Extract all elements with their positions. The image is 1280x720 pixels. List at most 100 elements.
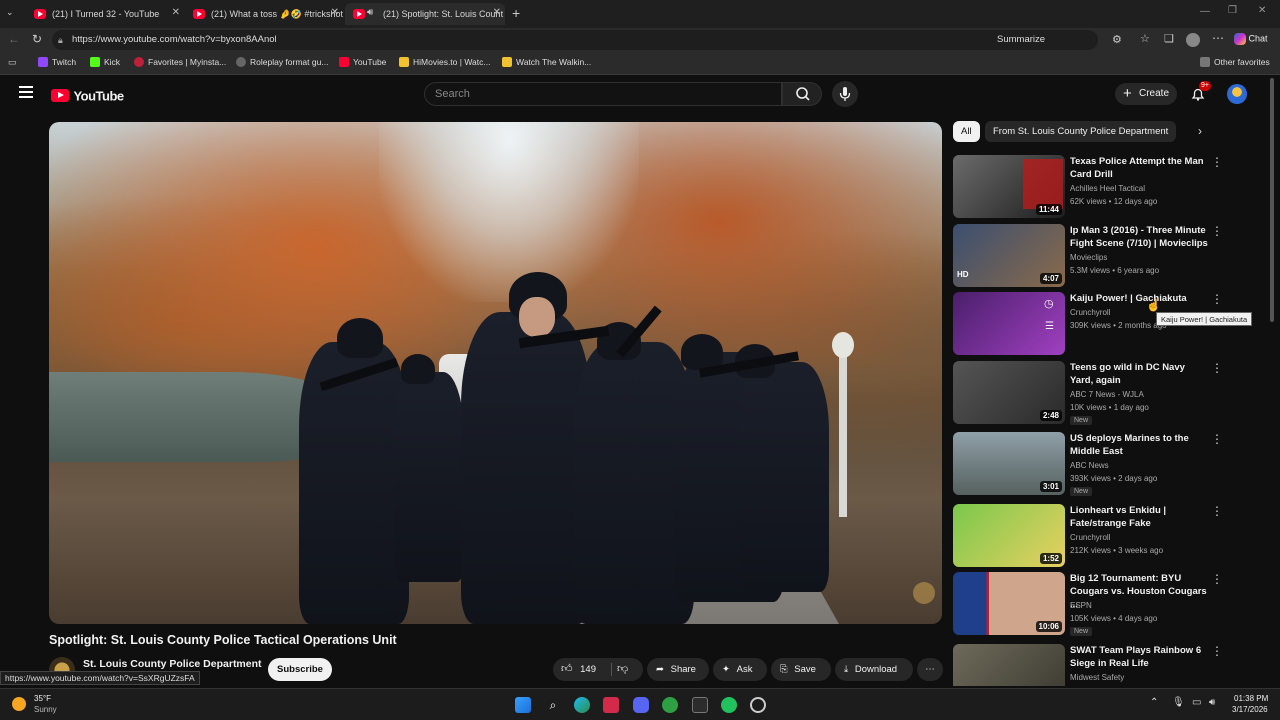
close-tab-icon[interactable]: ✕ — [172, 7, 180, 18]
recommendation-title[interactable]: Teens go wild in DC Navy Yard, again — [1070, 361, 1208, 387]
ask-button[interactable]: ✦ Ask — [713, 658, 767, 681]
recommendation-item[interactable]: 10:06 Big 12 Tournament: BYU Cougars vs.… — [953, 572, 1273, 636]
notifications-button[interactable]: 9+ — [1190, 81, 1211, 102]
recommendation-item[interactable]: 1:52 Lionheart vs Enkidu | Fate/strange … — [953, 504, 1273, 568]
video-thumbnail[interactable]: ◷ ☰ — [953, 292, 1065, 355]
clock-date[interactable]: 3/17/2026 — [1232, 705, 1268, 714]
favorite-himovies[interactable]: HiMovies.to | Watc... — [399, 57, 490, 67]
video-thumbnail[interactable]: 2:48 — [953, 361, 1065, 424]
network-icon[interactable]: ▭ — [1192, 697, 1201, 708]
more-vertical-icon[interactable]: ⋮ — [1211, 155, 1223, 169]
recommendation-item[interactable]: HD 4:07 Ip Man 3 (2016) - Three Minute F… — [953, 224, 1273, 288]
speaker-icon[interactable]: 🔊︎ — [367, 7, 373, 18]
start-windows-icon[interactable] — [515, 697, 531, 713]
page-scrollbar[interactable] — [1270, 78, 1274, 322]
collections-icon[interactable]: ❏ — [1164, 32, 1174, 45]
close-window-icon[interactable]: ✕ — [1258, 5, 1266, 16]
account-avatar[interactable] — [1227, 84, 1247, 104]
address-bar[interactable]: 🔒︎ https://www.youtube.com/watch?v=byxon… — [52, 30, 1098, 50]
watch-later-icon[interactable]: ◷ — [1044, 297, 1054, 310]
add-to-queue-icon[interactable]: ☰ — [1045, 321, 1054, 332]
minimize-window-icon[interactable]: — — [1200, 6, 1210, 17]
search-input[interactable]: Search — [424, 82, 782, 106]
channel-name[interactable]: St. Louis County Police Department — [83, 658, 262, 670]
extensions-icon[interactable]: ⚙ — [1112, 33, 1122, 46]
settings-gear-icon[interactable] — [750, 697, 766, 713]
browser-tab[interactable]: (21) I Turned 32 - YouTube ✕ — [26, 3, 184, 25]
maximize-window-icon[interactable]: ❐ — [1228, 5, 1237, 16]
chips-next-icon[interactable]: › — [1198, 124, 1202, 138]
browser-tab[interactable]: (21) What a toss 🤌🤣 #trickshot ✕ — [185, 3, 343, 25]
youtube-logo[interactable]: YouTube — [51, 87, 124, 105]
recommendation-item[interactable]: 11:44 Texas Police Attempt the Man Card … — [953, 155, 1273, 219]
voice-search-button[interactable] — [832, 81, 858, 107]
more-actions-button[interactable]: ⋯ — [917, 658, 943, 681]
video-thumbnail[interactable]: HD 4:07 — [953, 224, 1065, 287]
video-thumbnail[interactable]: 11:44 — [953, 155, 1065, 218]
more-vertical-icon[interactable]: ⋮ — [1211, 572, 1223, 586]
show-hidden-icons-icon[interactable]: ⌃ — [1150, 697, 1158, 708]
recommendation-channel[interactable]: ABC 7 News - WJLA — [1070, 390, 1144, 399]
recommendation-channel[interactable]: Achilles Heel Tactical — [1070, 184, 1145, 193]
video-thumbnail[interactable]: 3:01 — [953, 432, 1065, 495]
browser-tab-active[interactable]: 🔊︎ (21) Spotlight: St. Louis Count ✕ — [345, 3, 505, 25]
other-favorites[interactable]: Other favorites — [1200, 57, 1270, 67]
close-tab-icon[interactable]: ✕ — [493, 7, 501, 18]
dislike-button[interactable]: 👎︎ — [617, 658, 628, 681]
discord-icon[interactable] — [633, 697, 649, 713]
recommendation-item[interactable]: 2:48 Teens go wild in DC Navy Yard, agai… — [953, 361, 1273, 425]
favorite-myinsta[interactable]: Favorites | Myinsta... — [134, 57, 226, 67]
favorite-kick[interactable]: Kick — [90, 57, 120, 67]
menu-icon[interactable] — [19, 86, 33, 98]
more-vertical-icon[interactable]: ⋮ — [1211, 292, 1223, 306]
like-button[interactable]: 👍︎ 149 — [561, 658, 596, 681]
recommendation-item[interactable]: SWAT Team Plays Rainbow 6 Siege in Real … — [953, 644, 1273, 686]
recommendation-channel[interactable]: Crunchyroll — [1070, 533, 1110, 542]
edge-browser-icon[interactable] — [574, 697, 590, 713]
profile-avatar[interactable] — [1186, 33, 1200, 47]
favorite-twitch[interactable]: Twitch — [38, 57, 76, 67]
more-options-icon[interactable]: ⋯ — [1212, 31, 1224, 45]
video-player[interactable] — [49, 122, 942, 624]
chip-all[interactable]: All — [953, 121, 980, 142]
favorites-icon[interactable]: ☆ — [1140, 32, 1150, 45]
back-icon[interactable]: ← — [8, 32, 20, 46]
favorite-youtube[interactable]: YouTube — [339, 57, 386, 67]
more-vertical-icon[interactable]: ⋮ — [1211, 432, 1223, 446]
copilot-chat-button[interactable]: Chat — [1234, 33, 1268, 45]
recommendation-title[interactable]: SWAT Team Plays Rainbow 6 Siege in Real … — [1070, 644, 1208, 670]
recommendation-title[interactable]: Texas Police Attempt the Man Card Drill — [1070, 155, 1208, 181]
recommendation-channel[interactable]: Movieclips — [1070, 253, 1107, 262]
microphone-tray-icon[interactable]: 🎙︎ — [1172, 697, 1185, 708]
new-tab-button[interactable]: + — [512, 5, 520, 21]
close-tab-icon[interactable]: ✕ — [331, 7, 339, 18]
xbox-icon[interactable] — [721, 697, 737, 713]
xbox-app-icon[interactable] — [662, 697, 678, 713]
recommendation-channel[interactable]: ABC News — [1070, 461, 1109, 470]
recommendation-title[interactable]: US deploys Marines to the Middle East — [1070, 432, 1208, 458]
recommendation-title[interactable]: Lionheart vs Enkidu | Fate/strange Fake — [1070, 504, 1208, 530]
more-vertical-icon[interactable]: ⋮ — [1211, 504, 1223, 518]
excel-icon[interactable] — [692, 697, 708, 713]
video-thumbnail[interactable]: 10:06 — [953, 572, 1065, 635]
recommendation-title[interactable]: Kaiju Power! | Gachiakuta — [1070, 292, 1208, 305]
more-vertical-icon[interactable]: ⋮ — [1211, 224, 1223, 238]
refresh-icon[interactable]: ↻ — [32, 32, 42, 46]
create-button[interactable]: + Create — [1115, 83, 1177, 105]
search-taskbar-icon[interactable]: ⌕ — [545, 697, 561, 713]
summarize-button[interactable]: Summarize — [997, 30, 1045, 50]
recommendation-title[interactable]: Ip Man 3 (2016) - Three Minute Fight Sce… — [1070, 224, 1208, 250]
recommendation-channel[interactable]: Midwest Safety — [1070, 673, 1124, 682]
more-vertical-icon[interactable]: ⋮ — [1211, 361, 1223, 375]
favorites-toggle-icon[interactable]: ▭ — [8, 57, 17, 68]
share-button[interactable]: ➦ Share — [647, 658, 709, 681]
favorite-walking[interactable]: Watch The Walkin... — [502, 57, 591, 67]
download-button[interactable]: ⤓ Download — [835, 658, 913, 681]
save-button[interactable]: ⎘ Save — [771, 658, 831, 681]
video-thumbnail[interactable] — [953, 644, 1065, 686]
more-vertical-icon[interactable]: ⋮ — [1211, 644, 1223, 658]
favorite-roleplay[interactable]: Roleplay format gu... — [236, 57, 328, 67]
clock-time[interactable]: 01:38 PM — [1234, 694, 1268, 703]
recommendation-channel[interactable]: ESPN — [1070, 601, 1092, 610]
volume-icon[interactable]: 🔊︎ — [1209, 697, 1215, 708]
